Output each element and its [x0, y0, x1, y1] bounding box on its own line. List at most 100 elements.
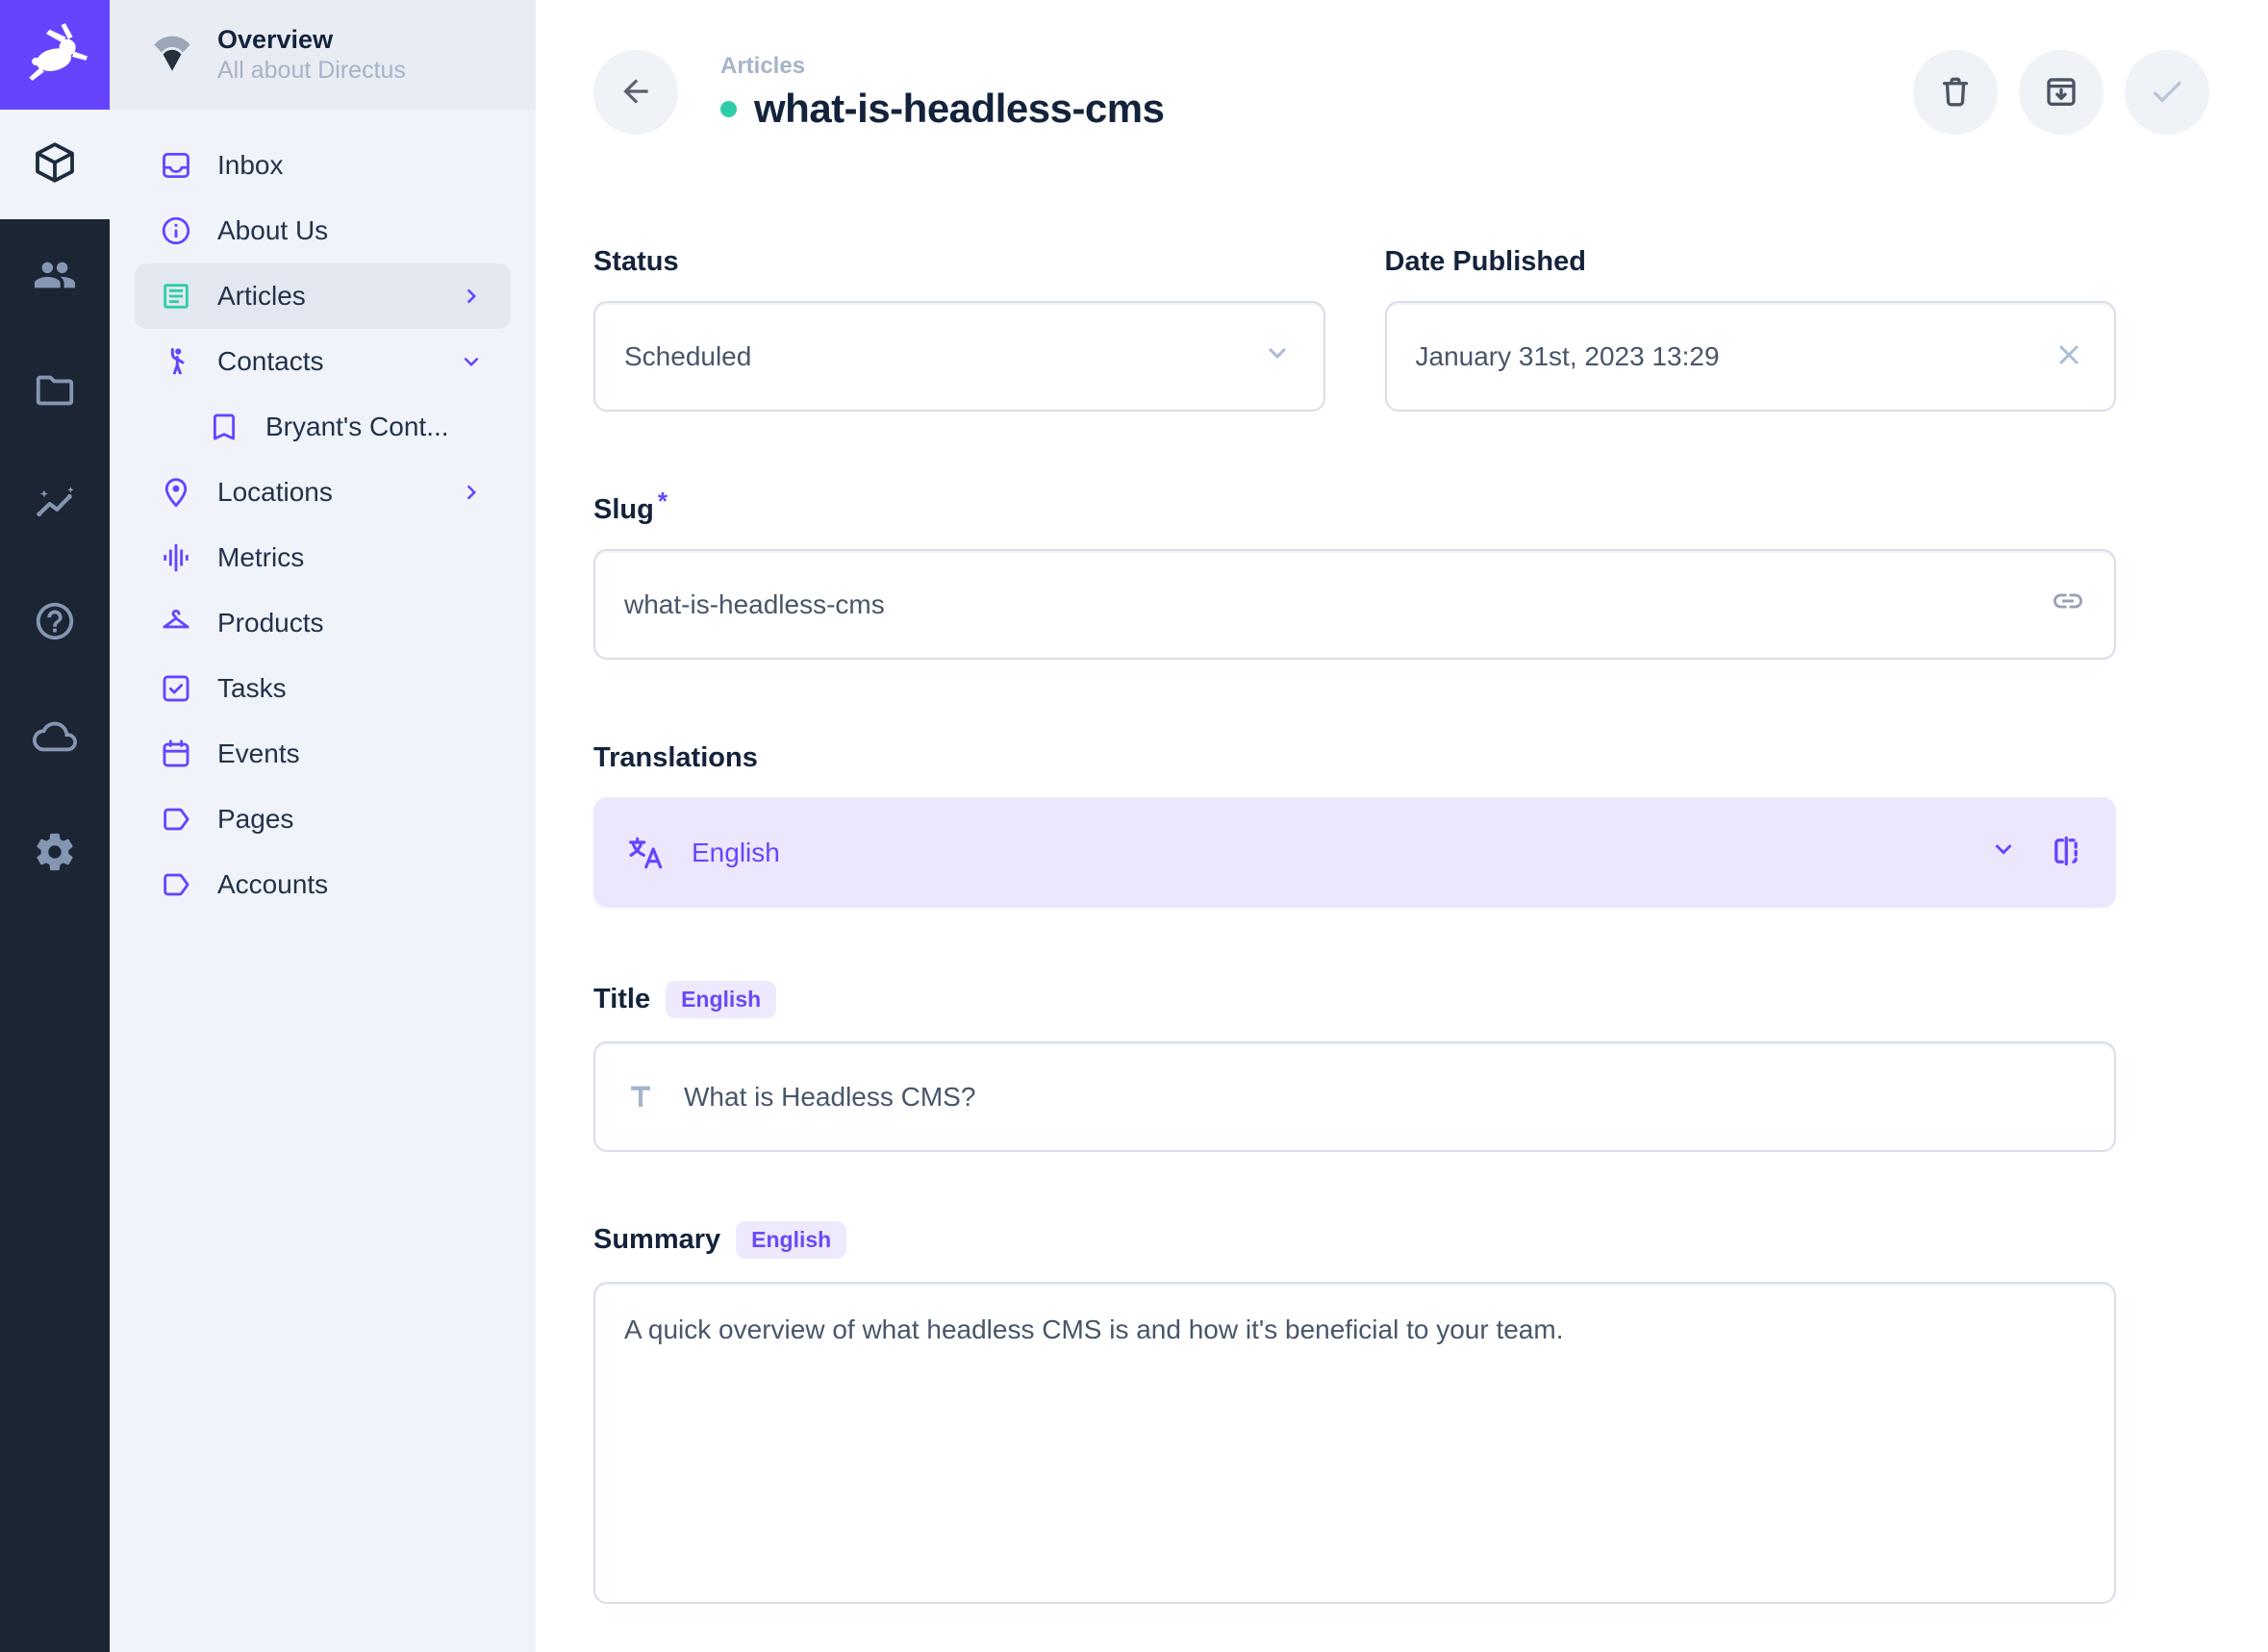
- module-insights[interactable]: [0, 450, 110, 565]
- inbox-icon: [160, 149, 192, 182]
- header-actions: [1913, 50, 2209, 135]
- project-switcher[interactable]: Overview All about Directus: [110, 0, 536, 110]
- page-header: Articles what-is-headless-cms: [536, 0, 2268, 135]
- archive-button[interactable]: [2019, 50, 2104, 135]
- slug-label: Slug*: [593, 494, 668, 526]
- sidebar-item-tasks[interactable]: Tasks: [135, 656, 511, 721]
- module-rail: [0, 0, 110, 1652]
- sidebar-item-inbox[interactable]: Inbox: [135, 133, 511, 198]
- title-input-wrap: [593, 1041, 2116, 1152]
- status-label: Status: [593, 246, 679, 278]
- sidebar-item-events[interactable]: Events: [135, 721, 511, 787]
- person-wave-icon: [160, 345, 192, 378]
- label-icon: [160, 868, 192, 901]
- sidebar-item-label: Inbox: [217, 150, 284, 181]
- delete-button[interactable]: [1913, 50, 1998, 135]
- link-icon: [2051, 584, 2085, 625]
- save-button[interactable]: [2125, 50, 2209, 135]
- translations-value: English: [692, 838, 1987, 868]
- title-block: Articles what-is-headless-cms: [720, 53, 1165, 132]
- page-title: what-is-headless-cms: [754, 86, 1165, 132]
- required-asterisk: *: [658, 487, 668, 515]
- module-cloud[interactable]: [0, 681, 110, 796]
- sidebar-item-label: Events: [217, 738, 300, 769]
- sidebar-item-label: Metrics: [217, 542, 304, 573]
- calendar-icon: [160, 738, 192, 770]
- chevron-down-icon: [1987, 833, 2020, 872]
- date-published-label: Date Published: [1385, 246, 1587, 278]
- cloud-icon: [33, 714, 77, 763]
- summary-textarea[interactable]: A quick overview of what headless CMS is…: [593, 1282, 2116, 1604]
- chevron-right-icon: [457, 282, 486, 311]
- date-published-input[interactable]: January 31st, 2023 13:29: [1385, 301, 2117, 412]
- sidebar-item-metrics[interactable]: Metrics: [135, 525, 511, 590]
- translate-icon: [626, 834, 665, 872]
- sidebar-item-label: Contacts: [217, 346, 324, 377]
- collection-nav: Inbox About Us Articles: [110, 110, 536, 917]
- sidebar-item-accounts[interactable]: Accounts: [135, 852, 511, 917]
- hanger-icon: [160, 607, 192, 639]
- text-title-icon: [624, 1081, 657, 1114]
- sidebar-item-label: Articles: [217, 281, 306, 312]
- summary-label: Summary: [593, 1224, 720, 1256]
- sidebar-item-contacts[interactable]: Contacts: [135, 329, 511, 394]
- slug-input[interactable]: [624, 589, 2051, 620]
- sidebar-item-label: Products: [217, 608, 324, 638]
- app-window: Overview All about Directus Inbox About …: [0, 0, 2268, 1652]
- module-content[interactable]: [0, 110, 110, 219]
- chevron-down-icon: [457, 347, 486, 376]
- task-icon: [160, 672, 192, 705]
- trash-icon: [1937, 73, 1974, 113]
- status-value: Scheduled: [624, 341, 1260, 372]
- status-dot: [720, 101, 737, 117]
- article-icon: [160, 280, 192, 313]
- summary-language-badge: English: [736, 1221, 846, 1259]
- split-view-button[interactable]: [2049, 834, 2083, 871]
- back-button[interactable]: [593, 50, 678, 135]
- main-content: Articles what-is-headless-cms: [536, 0, 2268, 1652]
- cube-icon: [32, 139, 78, 190]
- sidebar-item-label: Locations: [217, 477, 333, 508]
- module-users[interactable]: [0, 219, 110, 335]
- sidebar-item-locations[interactable]: Locations: [135, 460, 511, 525]
- pin-icon: [160, 476, 192, 509]
- module-help[interactable]: [0, 565, 110, 681]
- rabbit-logo-icon: [20, 18, 89, 92]
- label-icon: [160, 803, 192, 836]
- status-select[interactable]: Scheduled: [593, 301, 1325, 412]
- sidebar-item-products[interactable]: Products: [135, 590, 511, 656]
- translations-select[interactable]: English: [593, 797, 2116, 908]
- module-settings[interactable]: [0, 796, 110, 912]
- chevron-down-icon: [1260, 336, 1295, 377]
- sidebar-item-bryants-contacts[interactable]: Bryant's Cont...: [135, 394, 511, 460]
- sidebar-item-about-us[interactable]: About Us: [135, 198, 511, 263]
- title-label: Title: [593, 984, 650, 1015]
- sidebar-item-pages[interactable]: Pages: [135, 787, 511, 852]
- summary-group: Summary English A quick overview of what…: [593, 1221, 2116, 1604]
- directus-logo[interactable]: [0, 0, 110, 110]
- arrow-back-icon: [617, 73, 654, 113]
- slug-group: Slug*: [593, 494, 2116, 660]
- sidebar-item-label: Pages: [217, 804, 293, 835]
- slug-input-wrap: [593, 549, 2116, 660]
- gear-icon: [33, 830, 77, 879]
- translations-label: Translations: [593, 742, 758, 774]
- nav-sidebar: Overview All about Directus Inbox About …: [110, 0, 536, 1652]
- title-input[interactable]: [684, 1082, 2085, 1113]
- equalizer-icon: [160, 541, 192, 574]
- project-title: Overview: [217, 24, 406, 57]
- chevron-right-icon: [457, 478, 486, 507]
- translations-group: Translations English: [593, 742, 2116, 908]
- clear-date-button[interactable]: [2053, 338, 2085, 374]
- sidebar-item-articles[interactable]: Articles: [135, 263, 511, 329]
- module-files[interactable]: [0, 335, 110, 450]
- folder-icon: [33, 368, 77, 417]
- project-subtitle: All about Directus: [217, 56, 406, 86]
- help-icon: [33, 599, 77, 648]
- split-view-icon: [2049, 834, 2083, 871]
- people-icon: [33, 253, 77, 302]
- status-group: Status Scheduled: [593, 246, 1325, 412]
- info-icon: [160, 214, 192, 247]
- breadcrumb: Articles: [720, 53, 1165, 80]
- form-row-status-date: Status Scheduled Date Published January …: [593, 246, 2116, 412]
